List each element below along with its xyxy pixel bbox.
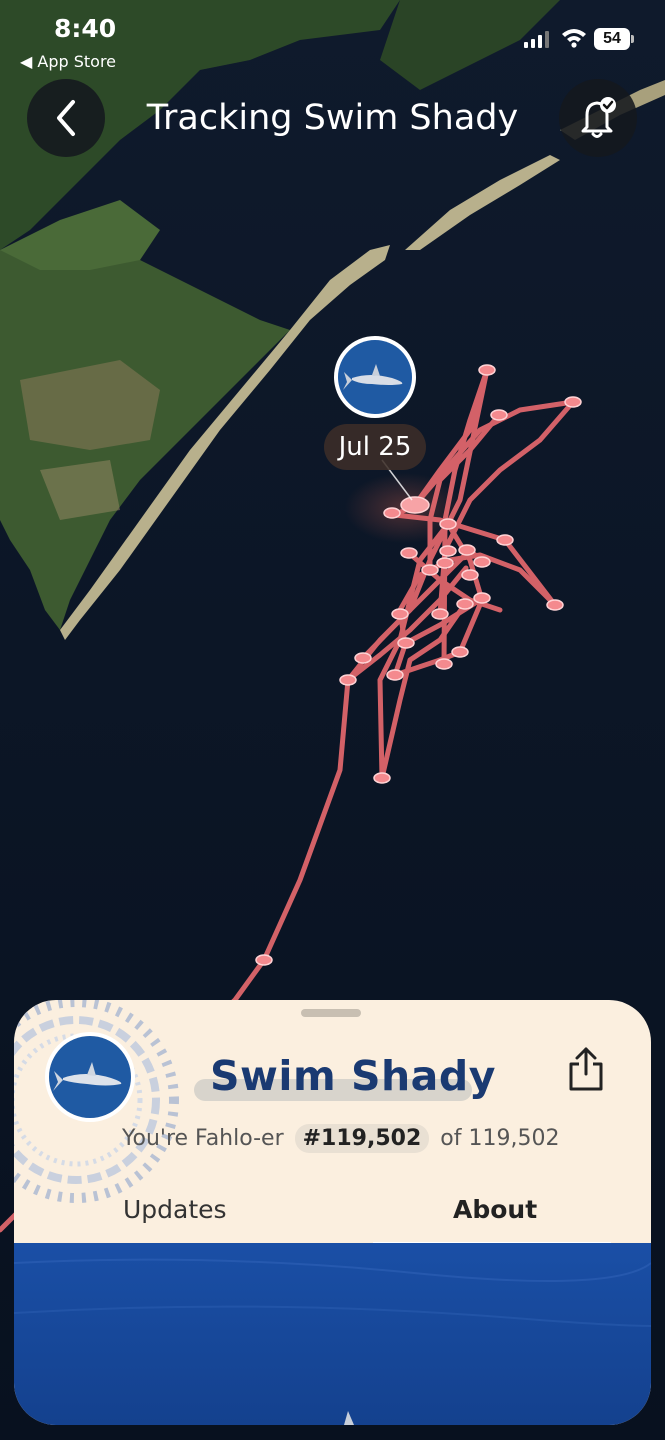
notifications-button[interactable] <box>559 79 637 157</box>
page-title: Tracking Swim Shady <box>146 98 519 138</box>
profile-sheet[interactable]: Swim Shady You're Fahlo-er #119,502 of 1… <box>14 1000 651 1425</box>
back-to-app-store-link[interactable]: ◀ App Store <box>20 52 116 71</box>
follower-rank: You're Fahlo-er #119,502 of 119,502 <box>122 1124 559 1153</box>
battery-level: 54 <box>594 28 630 50</box>
battery-icon: 54 <box>594 28 636 50</box>
bell-check-icon <box>581 97 616 138</box>
latest-ping-date: Jul 25 <box>338 432 412 462</box>
sheet-drag-handle[interactable] <box>301 1009 361 1017</box>
status-time: 8:40 <box>54 14 117 43</box>
shark-photo <box>14 1243 651 1425</box>
back-button[interactable] <box>27 79 105 157</box>
wifi-icon <box>562 29 586 48</box>
cellular-signal-icon <box>524 31 549 48</box>
chevron-left-icon <box>57 100 75 136</box>
share-icon[interactable] <box>566 1046 606 1092</box>
shark-name: Swim Shady <box>210 1052 496 1100</box>
shark-location-marker[interactable] <box>334 336 416 418</box>
rank-suffix: of 119,502 <box>440 1126 560 1151</box>
rank-badge: #119,502 <box>294 1124 430 1153</box>
tab-about[interactable]: About <box>453 1195 537 1224</box>
status-bar: 8:40 ◀ App Store 54 <box>0 0 665 80</box>
tab-updates[interactable]: Updates <box>123 1195 227 1224</box>
rank-prefix: You're Fahlo-er <box>122 1126 284 1151</box>
shark-avatar <box>45 1032 135 1122</box>
